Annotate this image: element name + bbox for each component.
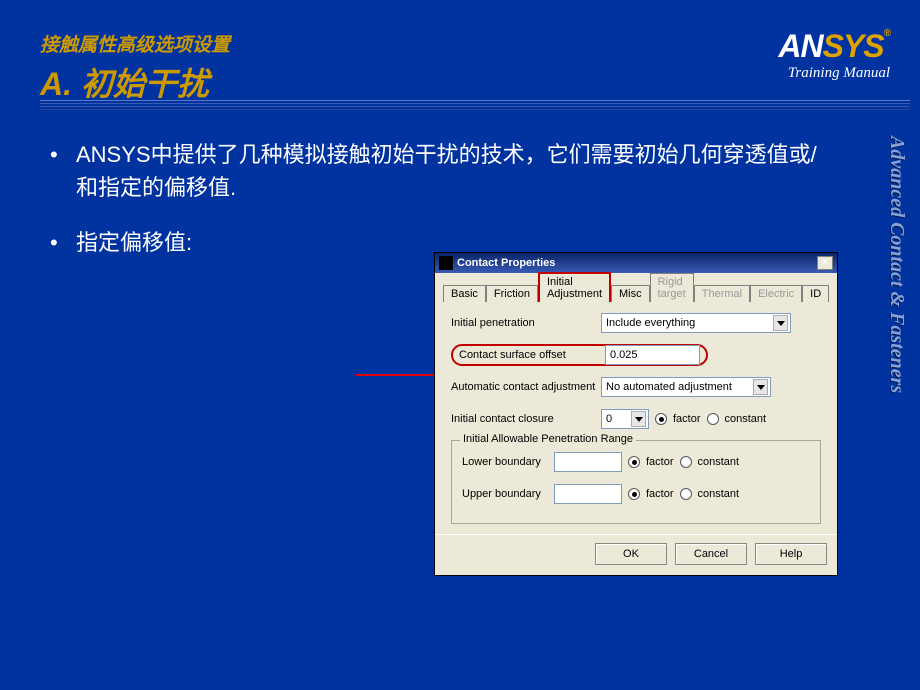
radio-lower-factor[interactable]: factor xyxy=(628,456,674,468)
radio-icon xyxy=(680,488,692,500)
logo-prefix: AN xyxy=(778,28,822,64)
radio-label: constant xyxy=(725,413,767,425)
label-initial-closure: Initial contact closure xyxy=(451,413,601,425)
radio-icon xyxy=(628,456,640,468)
radio-label: factor xyxy=(646,456,674,468)
row-contact-surface-offset: Contact surface offset 0.025 xyxy=(451,344,821,366)
row-initial-penetration: Initial penetration Include everything xyxy=(451,312,821,334)
radio-label: constant xyxy=(698,456,740,468)
input-contact-surface-offset[interactable]: 0.025 xyxy=(605,345,700,365)
chevron-down-icon xyxy=(773,315,788,331)
logo-suffix: SYS xyxy=(823,28,884,64)
radio-label: factor xyxy=(673,413,701,425)
radio-icon xyxy=(680,456,692,468)
radio-closure-constant[interactable]: constant xyxy=(707,413,767,425)
tab-friction[interactable]: Friction xyxy=(486,285,538,302)
dialog-button-bar: OK Cancel Help xyxy=(435,534,837,575)
group-allowable-range: Initial Allowable Penetration Range Lowe… xyxy=(451,440,821,524)
dropdown-value: Include everything xyxy=(606,317,695,329)
tab-id[interactable]: ID xyxy=(802,285,829,302)
cancel-button[interactable]: Cancel xyxy=(675,543,747,565)
tab-basic[interactable]: Basic xyxy=(443,285,486,302)
dropdown-auto-adjust[interactable]: No automated adjustment xyxy=(601,377,771,397)
slide-title: A. 初始干扰 xyxy=(40,59,230,105)
radio-upper-factor[interactable]: factor xyxy=(628,488,674,500)
radio-closure-factor[interactable]: factor xyxy=(655,413,701,425)
tab-misc[interactable]: Misc xyxy=(611,285,650,302)
input-value: 0.025 xyxy=(610,349,638,361)
label-contact-surface-offset: Contact surface offset xyxy=(459,349,587,361)
radio-icon xyxy=(628,488,640,500)
dropdown-initial-closure[interactable]: 0 xyxy=(601,409,649,429)
dialog-titlebar[interactable]: Contact Properties × xyxy=(435,253,837,273)
help-button[interactable]: Help xyxy=(755,543,827,565)
input-upper-boundary[interactable] xyxy=(554,484,622,504)
tab-strip: Basic Friction Initial Adjustment Misc R… xyxy=(435,273,837,301)
radio-icon xyxy=(655,413,667,425)
registered-mark: ® xyxy=(884,28,890,39)
dropdown-value: No automated adjustment xyxy=(606,381,732,393)
row-upper-boundary: Upper boundary factor constant xyxy=(462,483,810,505)
radio-upper-constant[interactable]: constant xyxy=(680,488,740,500)
dialog-title: Contact Properties xyxy=(457,257,555,269)
callout-arrow-icon xyxy=(356,374,446,376)
label-initial-penetration: Initial penetration xyxy=(451,317,601,329)
radio-icon xyxy=(707,413,719,425)
tab-rigid-target[interactable]: Rigid target xyxy=(650,273,694,302)
row-initial-contact-closure: Initial contact closure 0 factor constan… xyxy=(451,408,821,430)
chevron-down-icon xyxy=(631,411,646,427)
dropdown-value: 0 xyxy=(606,413,612,425)
highlight-ring: Contact surface offset 0.025 xyxy=(451,344,708,366)
tab-thermal[interactable]: Thermal xyxy=(694,285,750,302)
radio-label: factor xyxy=(646,488,674,500)
group-title: Initial Allowable Penetration Range xyxy=(460,433,636,445)
bullet-dot-icon: • xyxy=(50,226,76,259)
dialog-icon xyxy=(439,256,453,270)
bullet-1: • ANSYS中提供了几种模拟接触初始干扰的技术，它们需要初始几何穿透值或/和指… xyxy=(50,138,830,204)
slide-supertitle: 接触属性高级选项设置 xyxy=(40,30,230,57)
bullet-2-text: 指定偏移值: xyxy=(76,226,192,259)
bullet-1-text: ANSYS中提供了几种模拟接触初始干扰的技术，它们需要初始几何穿透值或/和指定的… xyxy=(76,138,830,204)
bullet-dot-icon: • xyxy=(50,138,76,171)
label-auto-adjust: Automatic contact adjustment xyxy=(451,381,601,393)
input-lower-boundary[interactable] xyxy=(554,452,622,472)
tab-electric[interactable]: Electric xyxy=(750,285,802,302)
radio-lower-constant[interactable]: constant xyxy=(680,456,740,468)
tab-initial-adjustment[interactable]: Initial Adjustment xyxy=(538,272,611,302)
row-lower-boundary: Lower boundary factor constant xyxy=(462,451,810,473)
dropdown-initial-penetration[interactable]: Include everything xyxy=(601,313,791,333)
radio-label: constant xyxy=(698,488,740,500)
label-upper-boundary: Upper boundary xyxy=(462,488,554,500)
chevron-down-icon xyxy=(753,379,768,395)
logo-subtitle: Training Manual xyxy=(778,65,890,82)
side-title: Advanced Contact & Fasteners xyxy=(885,136,908,393)
contact-properties-dialog: Contact Properties × Basic Friction Init… xyxy=(434,252,838,576)
ok-button[interactable]: OK xyxy=(595,543,667,565)
label-lower-boundary: Lower boundary xyxy=(462,456,554,468)
close-button[interactable]: × xyxy=(817,256,833,270)
row-auto-adjust: Automatic contact adjustment No automate… xyxy=(451,376,821,398)
ansys-logo: ANSYS® Training Manual xyxy=(778,28,890,82)
slide-heading: 接触属性高级选项设置 A. 初始干扰 xyxy=(40,30,230,105)
tab-panel: Initial penetration Include everything C… xyxy=(443,301,829,528)
